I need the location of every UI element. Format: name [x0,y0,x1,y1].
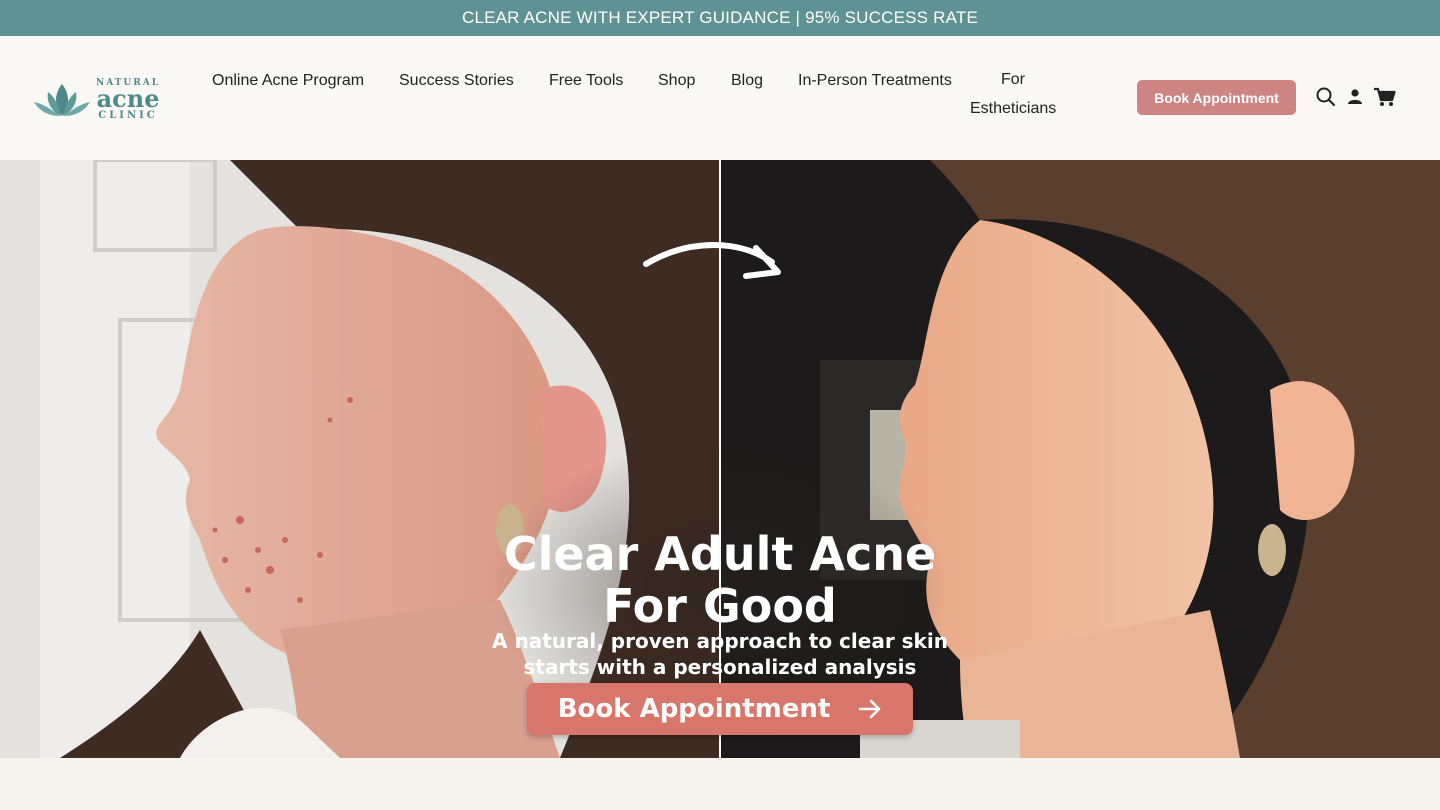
hero-title-line1: Clear Adult Acne [503,527,937,581]
nav-in-person-treatments[interactable]: In-Person Treatments [798,72,952,90]
page-content-start [0,758,1440,810]
site-header: NATURAL acne CLINIC Online Acne Program … [0,36,1440,160]
nav-online-acne-program[interactable]: Online Acne Program [212,72,364,90]
hero-title: Clear Adult Acne For Good [0,528,1440,632]
cart-icon[interactable] [1373,86,1396,108]
hero-banner: Clear Adult Acne For Good A natural, pro… [0,160,1440,758]
nav-free-tools[interactable]: Free Tools [549,72,623,90]
nav-for-estheticians[interactable]: For Estheticians [970,65,1056,123]
account-icon[interactable] [1344,86,1366,108]
logo-wordmark: NATURAL acne CLINIC [96,78,160,121]
logo-acne: acne [96,84,160,113]
nav-for-estheticians-line2: Estheticians [970,100,1057,117]
hero-subtitle: A natural, proven approach to clear skin… [0,628,1440,680]
nav-for-estheticians-line1: For [1001,71,1025,88]
nav-success-stories[interactable]: Success Stories [399,72,514,90]
hero-title-line2: For Good [603,579,837,633]
header-book-appointment-button[interactable]: Book Appointment [1137,80,1296,115]
search-icon[interactable] [1315,86,1337,108]
arrow-right-icon [858,699,881,719]
hero-cta-label: Book Appointment [557,694,831,724]
announcement-text: CLEAR ACNE WITH EXPERT GUIDANCE | 95% SU… [461,8,979,27]
announcement-bar: CLEAR ACNE WITH EXPERT GUIDANCE | 95% SU… [0,0,1440,36]
nav-blog[interactable]: Blog [731,72,763,90]
logo-clinic: CLINIC [98,110,158,121]
hero-subtitle-line1: A natural, proven approach to clear skin [492,629,948,653]
lotus-logo-icon [34,84,90,116]
hero-subtitle-line2: starts with a personalized analysis [523,655,917,679]
nav-shop[interactable]: Shop [658,72,695,90]
logo[interactable]: NATURAL acne CLINIC [28,78,168,158]
hero-book-appointment-button[interactable]: Book Appointment [527,683,913,735]
